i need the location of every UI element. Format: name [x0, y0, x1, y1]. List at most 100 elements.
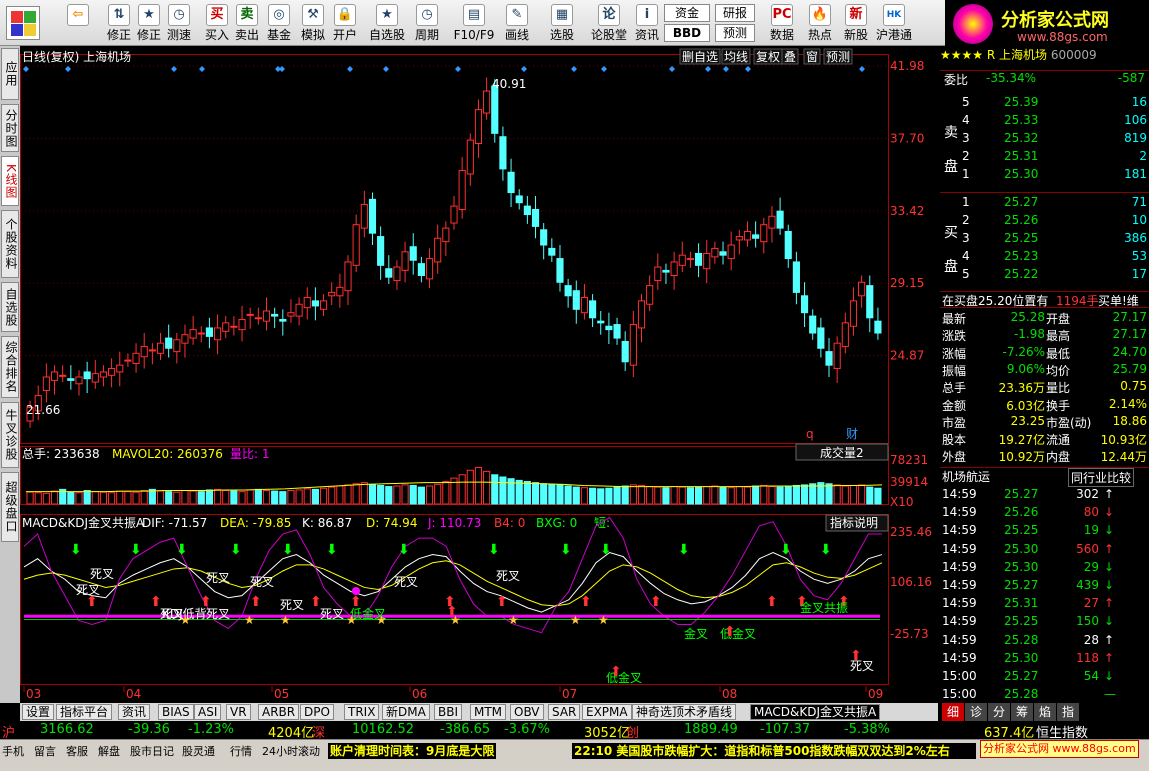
simulate-button[interactable]: ⚒ 模拟: [296, 2, 330, 44]
sz-change: -386.65: [440, 722, 491, 737]
buy-row[interactable]: 3 25.25 386: [940, 231, 1149, 248]
bottom-tab-8[interactable]: TRIX: [344, 704, 380, 720]
buy-row[interactable]: 1 25.27 71: [940, 195, 1149, 212]
hot-button[interactable]: 🔥 热点: [802, 2, 838, 44]
open-account-button[interactable]: 🔒 开户: [328, 2, 362, 44]
trade-time: 14:59: [942, 650, 977, 665]
news-ticker-1[interactable]: 账户清理时间表：9月底是大限: [328, 743, 497, 759]
bottom-tab-11[interactable]: MTM: [470, 704, 507, 720]
bottom-tab-2[interactable]: 资讯: [118, 704, 151, 720]
stat-value-2: 12.44万: [1100, 450, 1147, 465]
status-item-6[interactable]: 行情: [230, 743, 252, 759]
sell-row[interactable]: 2 25.31 2: [940, 149, 1149, 166]
buy-row[interactable]: 4 25.23 53: [940, 249, 1149, 266]
volume-bar: [572, 486, 580, 505]
new-stock-button[interactable]: 新新股: [838, 2, 874, 44]
left-tab-6[interactable]: 牛叉诊股: [1, 402, 19, 468]
quote-tab-5[interactable]: 指: [1057, 703, 1079, 721]
kline-chart[interactable]: 日线(复权) 上海机场 删自选 均线 复权叠窗预测 41.98 37.70 33.42 29.…: [20, 46, 938, 703]
bottom-tab-5[interactable]: VR: [226, 704, 251, 720]
bottom-tab-12[interactable]: OBV: [510, 704, 544, 720]
period-button[interactable]: ◷ 周期: [410, 2, 444, 44]
update-button[interactable]: ⇅ 修正: [102, 2, 136, 44]
left-tab-1[interactable]: 分时图: [1, 104, 19, 152]
watchlist-button[interactable]: ★ 自选股: [365, 2, 409, 44]
sell-row[interactable]: 3 25.32 819: [940, 131, 1149, 148]
trade-row: 15:00 25.28 —: [940, 687, 1149, 704]
bottom-tab-7[interactable]: DPO: [300, 704, 334, 720]
app-menu-icon[interactable]: [6, 6, 40, 40]
date-label: 08: [722, 687, 737, 701]
bottom-tab-9[interactable]: 新DMA: [382, 704, 430, 720]
candle: [116, 364, 124, 373]
volume: 181: [1124, 167, 1147, 181]
draw-button[interactable]: ✎ 画线: [500, 2, 534, 44]
industry-compare-tab[interactable]: 同行业比较: [1068, 468, 1135, 487]
forum-button[interactable]: 论论股堂: [587, 2, 631, 44]
left-tab-5[interactable]: 综合排名: [1, 336, 19, 398]
correct-button[interactable]: ★ 修正: [132, 2, 166, 44]
news-ticker-2[interactable]: 22:10 美国股市跌幅扩大：道指和标普500指数跌幅双双达到2%左右: [572, 743, 976, 759]
status-item-5[interactable]: 股灵通: [182, 743, 215, 759]
bottom-tab-4[interactable]: ASI: [194, 704, 222, 720]
quote-tab-4[interactable]: 焰: [1034, 703, 1056, 721]
forecast-button[interactable]: 预测: [715, 24, 755, 42]
buy-row[interactable]: 5 25.22 17: [940, 267, 1149, 284]
left-tab-4[interactable]: 自选股: [1, 282, 19, 332]
measure-button[interactable]: ◷ 测速: [162, 2, 196, 44]
volume-bar: [140, 490, 148, 505]
volume-bar: [442, 481, 450, 505]
bottom-tab-1[interactable]: 指标平台: [56, 704, 113, 720]
bottom-tab-0[interactable]: 设置: [22, 704, 55, 720]
left-tab-3[interactable]: 个股资料: [1, 210, 19, 278]
stat-label-2: 开盘: [1046, 312, 1071, 326]
industry-name-tab[interactable]: 机场航运: [942, 468, 990, 485]
quote-tab-0[interactable]: 细: [942, 703, 964, 721]
back-button[interactable]: ⇦: [60, 2, 96, 44]
quote-tab-3[interactable]: 筹: [1011, 703, 1033, 721]
status-item-4[interactable]: 股市日记: [130, 743, 174, 759]
hk-connect-button[interactable]: HK 沪港通: [874, 2, 914, 44]
sell-button[interactable]: 卖卖出: [230, 2, 264, 44]
trade-time: 14:59: [942, 523, 977, 538]
bottom-tab-15[interactable]: 神奇选顶术矛盾线: [632, 704, 737, 720]
left-tab-2[interactable]: K线图: [1, 156, 19, 206]
sell-row[interactable]: 1 25.30 181: [940, 167, 1149, 184]
research-button[interactable]: 研报: [715, 4, 755, 22]
bottom-tab-10[interactable]: BBI: [434, 704, 463, 720]
bottom-tab-16[interactable]: MACD&KDJ金叉共振A: [750, 704, 881, 720]
select-stock-button[interactable]: ▦ 选股: [545, 2, 579, 44]
status-item-2[interactable]: 客服: [66, 743, 88, 759]
buy-row[interactable]: 2 25.26 10: [940, 213, 1149, 230]
sell-row[interactable]: 5 25.39 16: [940, 95, 1149, 112]
position-text: 在买盘25.20位置有: [942, 294, 1049, 308]
candle: [784, 230, 792, 260]
fund-button[interactable]: ◎ 基金: [262, 2, 296, 44]
quote-tab-1[interactable]: 诊: [965, 703, 987, 721]
order-position-row[interactable]: 在买盘25.20位置有 1194手 买单!维: [940, 291, 1149, 308]
bottom-tab-3[interactable]: BIAS: [158, 704, 194, 720]
info-button[interactable]: i 资讯: [630, 2, 664, 44]
status-item-3[interactable]: 解盘: [98, 743, 120, 759]
left-tab-0[interactable]: 应用: [1, 48, 19, 100]
volume-bar: [613, 486, 621, 505]
volume-bar: [694, 486, 703, 505]
buy-button[interactable]: 买买入: [200, 2, 234, 44]
sell-row[interactable]: 4 25.33 106: [940, 113, 1149, 130]
bottom-tab-6[interactable]: ARBR: [258, 704, 300, 720]
quote-tab-2[interactable]: 分: [988, 703, 1010, 721]
bottom-tab-13[interactable]: SAR: [548, 704, 581, 720]
status-item-0[interactable]: 手机: [2, 743, 24, 759]
f10-button[interactable]: ▤ F10/F9: [452, 2, 496, 44]
status-item-1[interactable]: 留言: [34, 743, 56, 759]
left-tab-7[interactable]: 超级盘口: [1, 472, 19, 542]
bottom-tab-14[interactable]: EXPMA: [582, 704, 632, 720]
trade-volume: 150: [1076, 614, 1099, 629]
bbd-button[interactable]: BBD: [664, 24, 710, 42]
candle: [254, 317, 262, 320]
funds-button[interactable]: 资金: [664, 4, 710, 22]
indicator-dea: DEA: -79.85: [220, 516, 291, 530]
status-item-7[interactable]: 24小时滚动: [262, 743, 320, 759]
data-button[interactable]: PC 数据: [762, 2, 802, 44]
new-stock-icon: 新: [845, 4, 867, 26]
